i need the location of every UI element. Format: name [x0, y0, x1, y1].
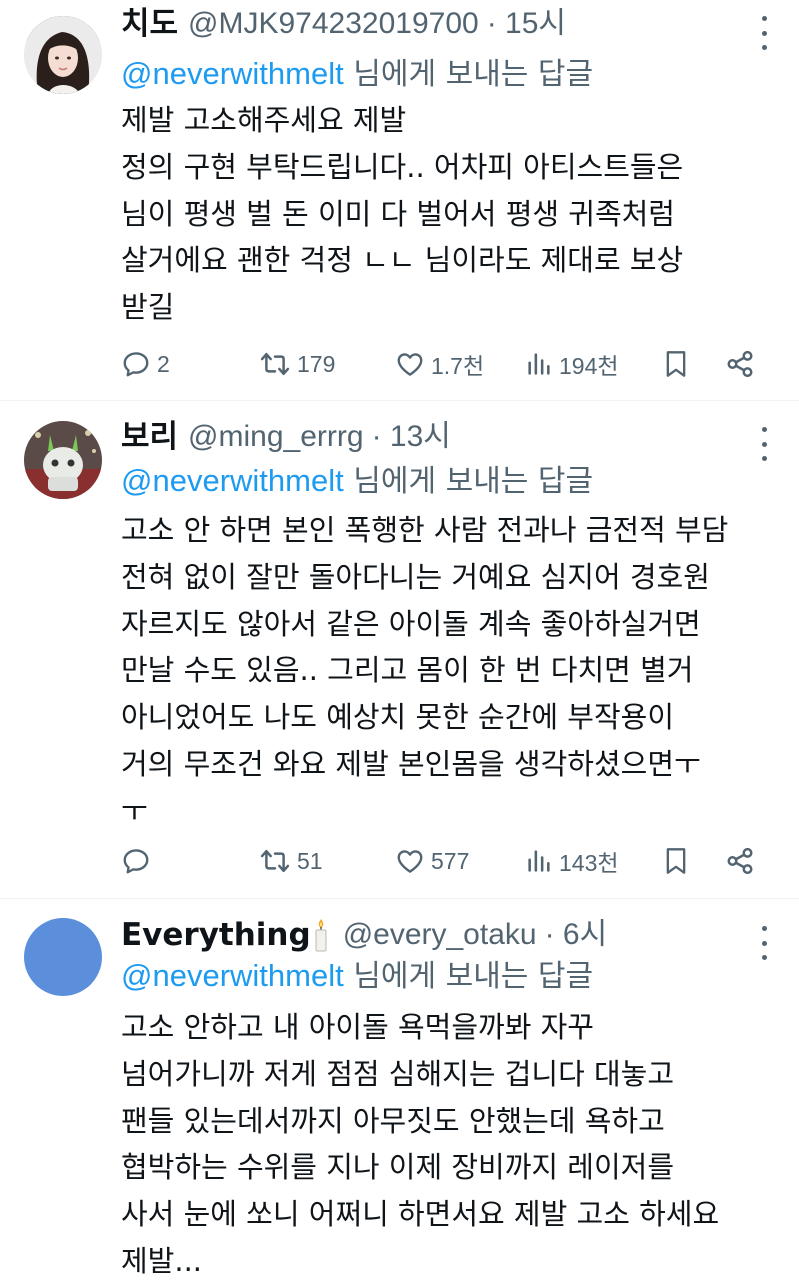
- reply-handle-link[interactable]: @neverwithmelt: [121, 463, 344, 498]
- reply-icon: [123, 849, 149, 874]
- user-handle[interactable]: @ming_errrg: [188, 417, 364, 457]
- text-line: 님이 평생 벌 돈 이미 다 벌어서 평생 귀족처럼: [121, 196, 675, 231]
- tweet-text: 고소 안 하면 본인 폭행한 사람 전과나 금전적 부담 전혀 없이 잘만 돌아…: [121, 507, 781, 835]
- candle-emoji: [313, 918, 329, 952]
- reply-context: @neverwithmelt 님에게 보내는 답글: [121, 54, 779, 94]
- reply-context: @neverwithmelt 님에게 보내는 답글: [121, 461, 779, 501]
- like-icon: [397, 353, 423, 376]
- avatar-character-icon: [24, 421, 102, 499]
- tweet-text: 제발 고소해주세요 제발 정의 구현 부탁드립니다.. 어차피 아티스트들은 님…: [121, 97, 781, 331]
- action-bar: 2 179 1.7천 194천: [121, 344, 766, 384]
- reply-context: @neverwithmelt 님에게 보내는 답글: [121, 956, 779, 996]
- more-icon[interactable]: [759, 427, 769, 461]
- text-line: 고소 안 하면 본인 폭행한 사람 전과나 금전적 부담: [121, 513, 729, 547]
- reply-button[interactable]: 2: [121, 349, 170, 379]
- tweet-text: 고소 안하고 내 아이돌 욕먹을까봐 자꾸 넘어가니까 저게 점점 심해지는 겁…: [121, 1004, 781, 1285]
- reply-handle-link[interactable]: @neverwithmelt: [121, 958, 344, 993]
- tweet[interactable]: 치도 @MJK974232019700 · 15시 @neverwithmelt…: [0, 0, 799, 401]
- more-icon[interactable]: [759, 16, 769, 50]
- text-line: 아니었어도 나도 예상치 못한 순간에 부작용이: [121, 700, 675, 735]
- like-count: 577: [431, 847, 470, 874]
- views-button[interactable]: 143천: [525, 844, 619, 878]
- share-button[interactable]: [725, 846, 755, 876]
- retweet-button[interactable]: 51: [259, 846, 323, 876]
- views-icon: [528, 850, 550, 872]
- like-button[interactable]: 1.7천: [395, 347, 484, 381]
- reply-button[interactable]: [121, 846, 157, 876]
- bookmark-icon: [666, 351, 686, 377]
- retweet-count: 179: [297, 350, 336, 377]
- share-icon: [727, 350, 753, 378]
- reply-suffix: 님에게 보내는 답글: [343, 959, 594, 994]
- timestamp[interactable]: · 6시: [545, 915, 608, 955]
- retweet-count: 51: [297, 847, 323, 874]
- text-line: 사서 눈에 쏘니 어쩌니 하면서요 제발 고소 하세요: [121, 1197, 720, 1232]
- bookmark-button[interactable]: [662, 348, 690, 380]
- share-button[interactable]: [725, 349, 755, 379]
- text-line: 거의 무조건 와요 제발 본인몸을 생각하셨으면ㅜ: [121, 746, 701, 781]
- reply-handle-link[interactable]: @neverwithmelt: [121, 56, 344, 91]
- text-line: 살거에요 괜한 걱정 ㄴㄴ 님이라도 제대로 보상: [121, 243, 684, 278]
- reply-count: 2: [157, 350, 170, 377]
- tweet[interactable]: Everything @every_otaku · 6시 @neverwithm…: [0, 899, 799, 1280]
- avatar[interactable]: [24, 16, 102, 94]
- text-line: 넘어가니까 저게 점점 심해지는 겁니다 대놓고: [121, 1056, 675, 1091]
- reply-icon: [123, 352, 149, 377]
- reply-suffix: 님에게 보내는 답글: [343, 57, 594, 92]
- like-icon: [397, 850, 423, 873]
- text-line: 전혀 없이 잘만 돌아다니는 거예요 심지어 경호원: [121, 559, 710, 594]
- action-bar: 51 577 143천: [121, 841, 766, 881]
- share-icon: [727, 847, 753, 875]
- tweet-header: 보리 @ming_errrg · 13시: [121, 417, 729, 457]
- bookmark-icon: [666, 848, 686, 874]
- text-line: 제발 고소해주세요 제발: [121, 103, 407, 137]
- retweet-icon: [260, 352, 290, 376]
- views-count: 194천: [559, 353, 619, 379]
- timestamp[interactable]: · 15시: [487, 4, 566, 44]
- display-name[interactable]: 치도: [121, 4, 178, 44]
- tweet-header: Everything @every_otaku · 6시: [121, 915, 729, 955]
- text-line: ㅜ: [121, 793, 148, 828]
- tweet-header: 치도 @MJK974232019700 · 15시: [121, 4, 729, 44]
- text-line: 받길: [121, 290, 175, 325]
- views-icon: [528, 353, 550, 375]
- like-button[interactable]: 577: [395, 846, 469, 876]
- more-icon[interactable]: [759, 926, 769, 960]
- bookmark-button[interactable]: [662, 845, 690, 877]
- reply-suffix: 님에게 보내는 답글: [343, 464, 594, 499]
- timestamp[interactable]: · 13시: [372, 417, 451, 457]
- display-name[interactable]: Everything: [121, 915, 311, 955]
- tweet[interactable]: 보리 @ming_errrg · 13시 @neverwithmelt 님에게 …: [0, 401, 799, 899]
- avatar-portrait-icon: [24, 16, 102, 94]
- text-line: 제발...: [121, 1243, 203, 1278]
- text-line: 협박하는 수위를 지나 이제 장비까지 레이저를: [121, 1150, 675, 1185]
- retweet-icon: [260, 849, 290, 873]
- avatar[interactable]: [24, 918, 102, 996]
- text-line: 고소 안하고 내 아이돌 욕먹을까봐 자꾸: [121, 1010, 594, 1044]
- display-name[interactable]: 보리: [121, 417, 178, 457]
- like-count: 1.7천: [431, 353, 485, 379]
- user-handle[interactable]: @MJK974232019700: [188, 4, 479, 44]
- retweet-button[interactable]: 179: [259, 349, 335, 379]
- text-line: 팬들 있는데서까지 아무짓도 안했는데 욕하고: [121, 1103, 665, 1138]
- text-line: 자르지도 않아서 같은 아이돌 계속 좋아하실거면: [121, 606, 701, 641]
- text-line: 정의 구현 부탁드립니다.. 어차피 아티스트들은: [121, 149, 684, 184]
- text-line: 만날 수도 있음.. 그리고 몸이 한 번 다치면 별거: [121, 653, 694, 688]
- views-count: 143천: [559, 850, 619, 876]
- avatar[interactable]: [24, 421, 102, 499]
- views-button[interactable]: 194천: [525, 347, 619, 381]
- user-handle[interactable]: @every_otaku: [343, 915, 537, 955]
